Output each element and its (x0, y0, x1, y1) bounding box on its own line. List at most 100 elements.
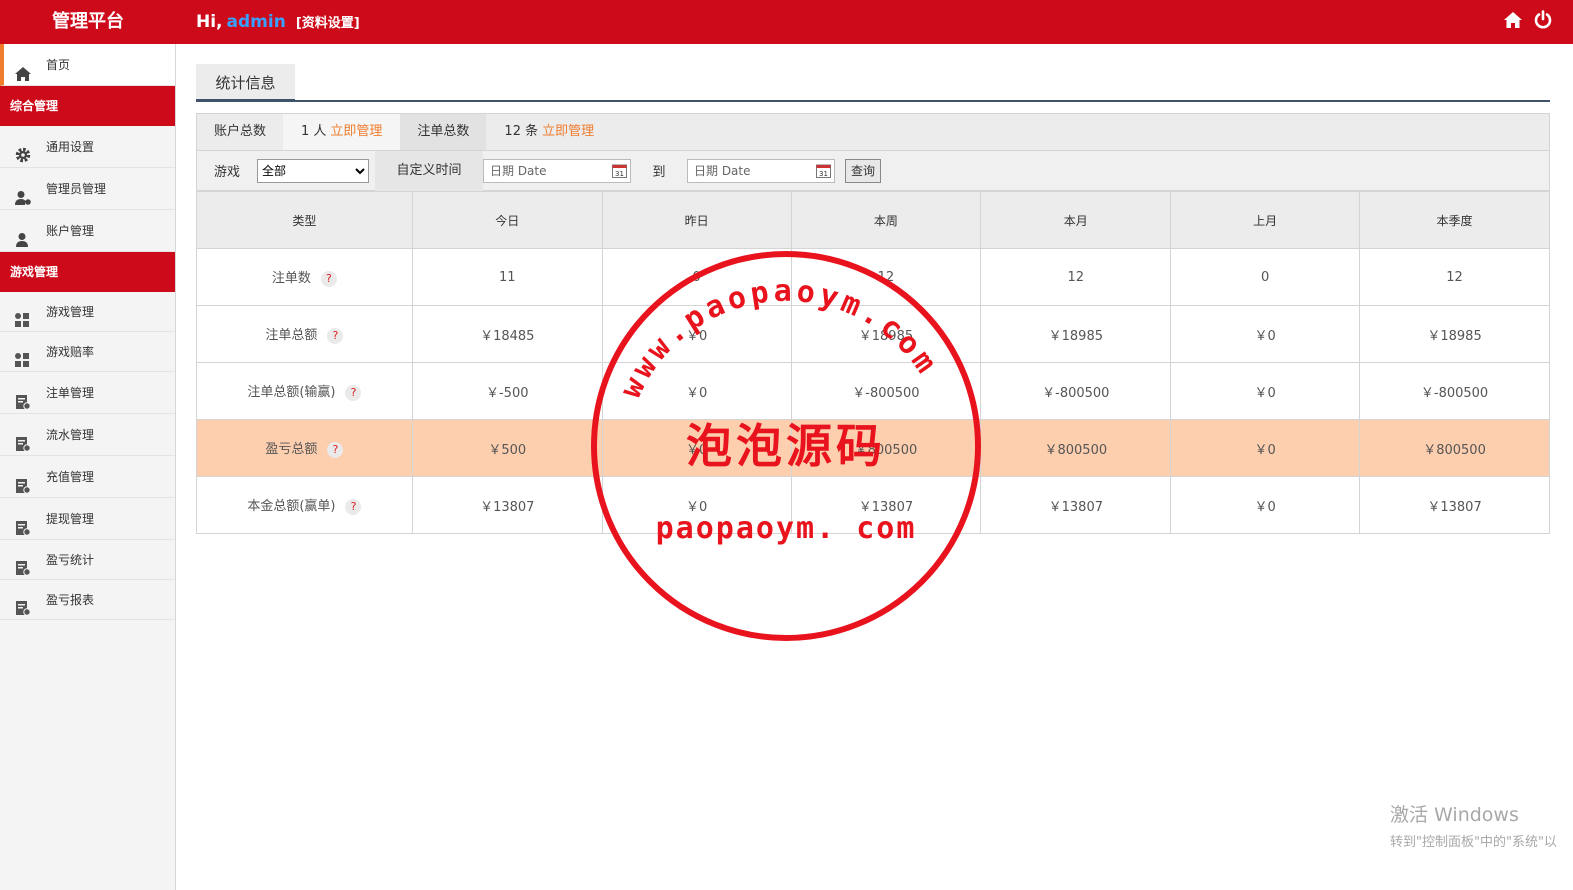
col-yesterday: 昨日 (601, 191, 792, 249)
table-cell: ￥800500 (790, 419, 982, 477)
table-cell: ￥18485 (411, 305, 603, 363)
accounts-total: 1 人立即管理 (283, 114, 401, 150)
end-date-field[interactable]: 日期 Date 31 (687, 158, 835, 183)
user-gear-icon (14, 181, 32, 205)
windows-activation-watermark: 激活 Windows 转到"控制面板"中的"系统"以 (1390, 800, 1557, 850)
table-cell: ￥13807 (411, 476, 603, 534)
orders-manage-link[interactable]: 立即管理 (542, 124, 594, 139)
help-icon[interactable]: ? (327, 327, 344, 344)
row-label: 注单数 (271, 271, 311, 287)
grid-icon (14, 344, 32, 367)
document-icon (14, 592, 32, 616)
table-cell: 11 (411, 248, 603, 306)
table-cell: 12 (1359, 248, 1550, 306)
sidebar-item-label: 提现管理 (46, 512, 95, 526)
power-icon[interactable] (1533, 10, 1553, 32)
sidebar-item-game-odds[interactable]: 游戏赔率 (0, 332, 175, 372)
table-cell: ￥13807 (980, 476, 1172, 534)
help-icon[interactable]: ? (320, 270, 337, 287)
greeting-text: Hi, (196, 12, 223, 32)
stats-table: 类型 今日 昨日 本周 本月 上月 本季度 注单数? 11 0 12 12 0 … (196, 191, 1550, 534)
table-cell: ￥-800500 (1359, 362, 1550, 420)
sidebar-item-flow-management[interactable]: 流水管理 (0, 414, 175, 456)
sidebar: 首页 综合管理 通用设置 管理员管理 账户管理 游戏管理 游戏管理 游戏赔率 注… (0, 44, 176, 890)
start-date-field[interactable]: 日期 Date 31 (483, 158, 631, 183)
table-row-order-count: 注单数? 11 0 12 12 0 12 (196, 248, 1550, 306)
sidebar-item-profit-report[interactable]: 盈亏报表 (0, 580, 175, 620)
sidebar-item-label: 流水管理 (46, 428, 95, 442)
table-cell: ￥0 (1170, 419, 1361, 477)
table-header-row: 类型 今日 昨日 本周 本月 上月 本季度 (196, 191, 1550, 249)
sidebar-item-home[interactable]: 首页 (0, 44, 175, 86)
custom-time-label: 自定义时间 (375, 150, 483, 191)
table-cell: 0 (601, 248, 792, 306)
table-cell: ￥0 (1170, 362, 1361, 420)
greeting: Hi, admin [资料设置] (196, 0, 360, 44)
help-icon[interactable]: ? (327, 441, 344, 458)
document-icon (14, 552, 32, 576)
sidebar-item-game-management[interactable]: 游戏管理 (0, 292, 175, 332)
table-cell: ￥13807 (790, 476, 982, 534)
top-icons (1503, 10, 1553, 32)
table-cell: ￥800500 (1359, 419, 1550, 477)
col-last-month: 上月 (1170, 191, 1361, 249)
start-date-placeholder: 日期 Date (490, 163, 547, 178)
user-icon (14, 223, 32, 247)
table-row-principal-total: 本金总额(赢单)? ￥13807 ￥0 ￥13807 ￥13807 ￥0 ￥13… (196, 476, 1550, 534)
sidebar-item-admin-management[interactable]: 管理员管理 (0, 168, 175, 210)
col-today: 今日 (411, 191, 603, 249)
brand-title: 管理平台 (52, 11, 124, 32)
sidebar-item-general-settings[interactable]: 通用设置 (0, 126, 175, 168)
top-bar: 管理平台 Hi, admin [资料设置] (0, 0, 1573, 44)
row-label-cell: 本金总额(赢单)? (196, 476, 413, 534)
query-button[interactable]: 查询 (845, 158, 881, 183)
sidebar-item-label: 注单管理 (46, 386, 95, 400)
svg-text:31: 31 (819, 170, 828, 178)
row-label: 注单总额(输赢) (247, 385, 336, 401)
table-cell: 12 (980, 248, 1172, 306)
game-filter-label: 游戏 (213, 165, 240, 180)
col-this-month: 本月 (980, 191, 1172, 249)
sidebar-item-profit-stats[interactable]: 盈亏统计 (0, 540, 175, 580)
summary-bar: 账户总数 1 人立即管理 注单总数 12 条立即管理 (196, 113, 1550, 151)
end-date-placeholder: 日期 Date (694, 163, 751, 178)
table-cell: ￥800500 (980, 419, 1172, 477)
row-label: 盈亏总额 (265, 442, 318, 458)
sidebar-item-label: 盈亏报表 (46, 593, 95, 607)
sidebar-item-label: 游戏赔率 (46, 345, 95, 359)
table-cell: ￥18985 (980, 305, 1172, 363)
sidebar-group-game: 游戏管理 (0, 252, 175, 292)
help-icon[interactable]: ? (345, 498, 362, 515)
row-label-cell: 注单数? (196, 248, 413, 306)
calendar-icon[interactable]: 31 (816, 163, 831, 178)
col-this-quarter: 本季度 (1359, 191, 1550, 249)
game-select[interactable]: 全部 (257, 158, 369, 183)
sidebar-item-account-management[interactable]: 账户管理 (0, 210, 175, 252)
accounts-manage-link[interactable]: 立即管理 (330, 124, 382, 139)
help-icon[interactable]: ? (345, 384, 362, 401)
sidebar-group-general: 综合管理 (0, 86, 175, 126)
main-content: 统计信息 账户总数 1 人立即管理 注单总数 12 条立即管理 游戏 全部 自定… (196, 60, 1550, 534)
document-icon (14, 427, 32, 452)
sidebar-item-label: 充值管理 (46, 470, 95, 484)
sidebar-item-order-management[interactable]: 注单管理 (0, 372, 175, 414)
table-cell: ￥-500 (411, 362, 603, 420)
gear-icon (14, 139, 32, 163)
sidebar-item-label: 账户管理 (46, 224, 95, 238)
table-cell: ￥-800500 (980, 362, 1172, 420)
table-cell: ￥0 (601, 476, 792, 534)
sidebar-item-withdraw-management[interactable]: 提现管理 (0, 498, 175, 540)
orders-total-value: 12 条 (504, 124, 539, 139)
row-label: 本金总额(赢单) (247, 499, 336, 515)
sidebar-item-label: 游戏管理 (46, 305, 95, 319)
home-icon[interactable] (1503, 10, 1523, 32)
profile-settings-link[interactable]: [资料设置] (296, 16, 360, 31)
tab-statistics[interactable]: 统计信息 (196, 64, 295, 102)
row-label: 注单总额 (265, 328, 318, 344)
orders-total-label: 注单总数 (400, 114, 487, 150)
sidebar-item-recharge-management[interactable]: 充值管理 (0, 456, 175, 498)
svg-text:31: 31 (615, 170, 624, 178)
sidebar-item-label: 首页 (46, 58, 71, 72)
table-row-order-win-loss: 注单总额(输赢)? ￥-500 ￥0 ￥-800500 ￥-800500 ￥0 … (196, 362, 1550, 420)
calendar-icon[interactable]: 31 (612, 163, 627, 178)
